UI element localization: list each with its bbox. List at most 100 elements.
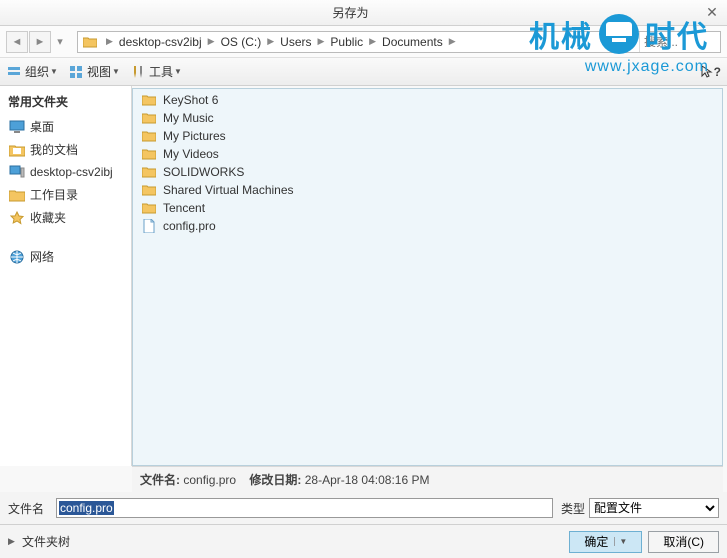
file-name: My Pictures bbox=[163, 129, 226, 143]
main-area: 常用文件夹 桌面 我的文档 desktop-csv2ibj 工作目录 收藏夹 网… bbox=[0, 86, 727, 466]
sidebar-header: 常用文件夹 bbox=[0, 90, 131, 115]
file-name: config.pro bbox=[163, 219, 216, 233]
sidebar-item-desktop[interactable]: 桌面 bbox=[0, 115, 131, 138]
status-date-label: 修改日期: bbox=[249, 473, 301, 487]
organize-label: 组织 bbox=[25, 63, 49, 80]
breadcrumb-seg[interactable]: Documents bbox=[380, 35, 445, 49]
file-name: Tencent bbox=[163, 201, 205, 215]
ok-label: 确定 bbox=[584, 533, 608, 550]
sidebar-item-label: 工作目录 bbox=[30, 186, 78, 203]
view-button[interactable]: 视图 ▼ bbox=[68, 63, 120, 80]
tools-icon bbox=[130, 64, 146, 80]
list-item[interactable]: Tencent bbox=[133, 199, 722, 217]
history-dropdown[interactable]: ▾ bbox=[52, 31, 68, 53]
status-fname: config.pro bbox=[183, 473, 236, 487]
sidebar-item-workdir[interactable]: 工作目录 bbox=[0, 183, 131, 206]
network-icon bbox=[8, 249, 26, 265]
file-panel: KeyShot 6 My Music My Pictures My Videos SOL… bbox=[132, 88, 723, 466]
toolbar: 组织 ▼ 视图 ▼ 工具 ▼ ? bbox=[0, 58, 727, 86]
sidebar-item-network[interactable]: 网络 bbox=[0, 245, 131, 268]
back-button[interactable]: ◄ bbox=[6, 31, 28, 53]
folder-icon bbox=[141, 128, 157, 144]
breadcrumb[interactable]: ▶ desktop-csv2ibj ▶ OS (C:) ▶ Users ▶ Pu… bbox=[77, 31, 613, 53]
chevron-right-icon: ▶ bbox=[204, 36, 219, 47]
chevron-right-icon: ▶ bbox=[365, 36, 380, 47]
chevron-right-icon: ▶ bbox=[314, 36, 329, 47]
footer: ▶ 文件夹树 确定 ▼ 取消(C) bbox=[0, 524, 727, 558]
list-item[interactable]: My Pictures bbox=[133, 127, 722, 145]
chevron-down-icon: ▼ bbox=[50, 67, 58, 76]
tools-button[interactable]: 工具 ▼ bbox=[130, 63, 182, 80]
folder-tree-label: 文件夹树 bbox=[22, 533, 70, 550]
file-name: SOLIDWORKS bbox=[163, 165, 244, 179]
titlebar: 另存为 ✕ bbox=[0, 0, 727, 26]
file-name: KeyShot 6 bbox=[163, 93, 218, 107]
folder-icon bbox=[141, 110, 157, 126]
status-bar: 文件名: config.pro 修改日期: 28-Apr-18 04:08:16… bbox=[132, 466, 723, 492]
filename-row: 文件名 config.pro 类型 配置文件 bbox=[0, 492, 727, 524]
breadcrumb-seg[interactable]: OS (C:) bbox=[219, 35, 264, 49]
monitor-icon bbox=[8, 119, 26, 135]
star-icon bbox=[8, 210, 26, 226]
filename-label: 文件名 bbox=[8, 500, 56, 517]
status-date: 28-Apr-18 04:08:16 PM bbox=[305, 473, 430, 487]
sidebar-item-label: 网络 bbox=[30, 248, 54, 265]
organize-icon bbox=[6, 64, 22, 80]
chevron-right-icon: ▶ bbox=[445, 36, 460, 47]
triangle-right-icon: ▶ bbox=[8, 536, 18, 547]
help-button[interactable]: ? bbox=[701, 65, 721, 79]
chevron-right-icon: ▶ bbox=[102, 36, 117, 47]
list-item[interactable]: SOLIDWORKS bbox=[133, 163, 722, 181]
folder-icon bbox=[141, 182, 157, 198]
file-icon bbox=[141, 218, 157, 234]
organize-button[interactable]: 组织 ▼ bbox=[6, 63, 58, 80]
list-item[interactable]: config.pro bbox=[133, 217, 722, 235]
folder-icon bbox=[141, 164, 157, 180]
folder-icon bbox=[141, 146, 157, 162]
dialog-title: 另存为 bbox=[0, 4, 701, 21]
chevron-right-icon: ▶ bbox=[263, 36, 278, 47]
filename-value: config.pro bbox=[59, 501, 114, 515]
cancel-button[interactable]: 取消(C) bbox=[648, 531, 719, 553]
breadcrumb-seg[interactable]: Public bbox=[328, 35, 365, 49]
nav-bar: ◄ ► ▾ ▶ desktop-csv2ibj ▶ OS (C:) ▶ User… bbox=[0, 26, 727, 58]
list-item[interactable]: KeyShot 6 bbox=[133, 91, 722, 109]
folder-icon bbox=[141, 92, 157, 108]
folder-icon bbox=[141, 200, 157, 216]
chevron-down-icon: ▼ bbox=[614, 537, 627, 546]
type-label: 类型 bbox=[561, 500, 585, 517]
view-label: 视图 bbox=[87, 63, 111, 80]
tools-label: 工具 bbox=[149, 63, 173, 80]
folder-doc-icon bbox=[8, 142, 26, 158]
filename-input[interactable]: config.pro bbox=[56, 498, 553, 518]
close-button[interactable]: ✕ bbox=[701, 2, 723, 24]
refresh-icon[interactable] bbox=[618, 32, 640, 52]
search-input[interactable] bbox=[640, 32, 720, 52]
list-item[interactable]: My Videos bbox=[133, 145, 722, 163]
sidebar: 常用文件夹 桌面 我的文档 desktop-csv2ibj 工作目录 收藏夹 网… bbox=[0, 86, 132, 466]
chevron-down-icon: ▼ bbox=[174, 67, 182, 76]
list-item[interactable]: My Music bbox=[133, 109, 722, 127]
file-name: Shared Virtual Machines bbox=[163, 183, 294, 197]
forward-button[interactable]: ► bbox=[29, 31, 51, 53]
ok-button[interactable]: 确定 ▼ bbox=[569, 531, 642, 553]
folder-icon bbox=[80, 32, 100, 52]
sidebar-item-documents[interactable]: 我的文档 bbox=[0, 138, 131, 161]
computer-icon bbox=[8, 164, 26, 180]
folder-icon bbox=[8, 187, 26, 203]
status-fname-label: 文件名: bbox=[140, 473, 180, 487]
folder-tree-toggle[interactable]: ▶ 文件夹树 bbox=[8, 533, 70, 550]
list-item[interactable]: Shared Virtual Machines bbox=[133, 181, 722, 199]
sidebar-item-label: desktop-csv2ibj bbox=[30, 165, 113, 179]
sidebar-item-label: 我的文档 bbox=[30, 141, 78, 158]
sidebar-item-favorites[interactable]: 收藏夹 bbox=[0, 206, 131, 229]
type-select[interactable]: 配置文件 bbox=[589, 498, 719, 518]
breadcrumb-seg[interactable]: Users bbox=[278, 35, 313, 49]
file-name: My Music bbox=[163, 111, 214, 125]
sidebar-item-computer[interactable]: desktop-csv2ibj bbox=[0, 161, 131, 183]
sidebar-item-label: 桌面 bbox=[30, 118, 54, 135]
breadcrumb-seg[interactable]: desktop-csv2ibj bbox=[117, 35, 204, 49]
cursor-icon bbox=[701, 65, 713, 79]
chevron-down-icon: ▼ bbox=[112, 67, 120, 76]
sidebar-item-label: 收藏夹 bbox=[30, 209, 66, 226]
